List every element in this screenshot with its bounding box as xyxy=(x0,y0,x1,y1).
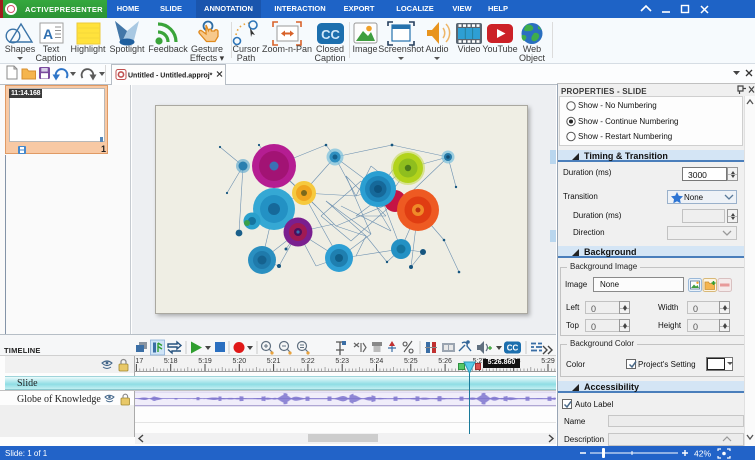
svg-text:A: A xyxy=(43,26,53,42)
svg-text:Untitled - Untitled.approj*: Untitled - Untitled.approj* xyxy=(128,73,213,80)
svg-text:CC: CC xyxy=(321,27,340,42)
svg-text:5:26: 5:26 xyxy=(438,358,452,365)
svg-text:5:29: 5:29 xyxy=(541,358,555,365)
svg-text:5:21: 5:21 xyxy=(267,358,281,365)
svg-text:5:17: 5:17 xyxy=(135,358,143,365)
svg-text:5:22: 5:22 xyxy=(301,358,315,365)
svg-text:CC: CC xyxy=(507,344,519,353)
svg-text:5:18: 5:18 xyxy=(164,358,178,365)
svg-text:5:23: 5:23 xyxy=(335,358,349,365)
svg-text:5:20: 5:20 xyxy=(232,358,246,365)
svg-text:5:25: 5:25 xyxy=(404,358,418,365)
svg-text:42%: 42% xyxy=(694,449,711,459)
svg-text:5:19: 5:19 xyxy=(198,358,212,365)
svg-text:5:24: 5:24 xyxy=(370,358,384,365)
